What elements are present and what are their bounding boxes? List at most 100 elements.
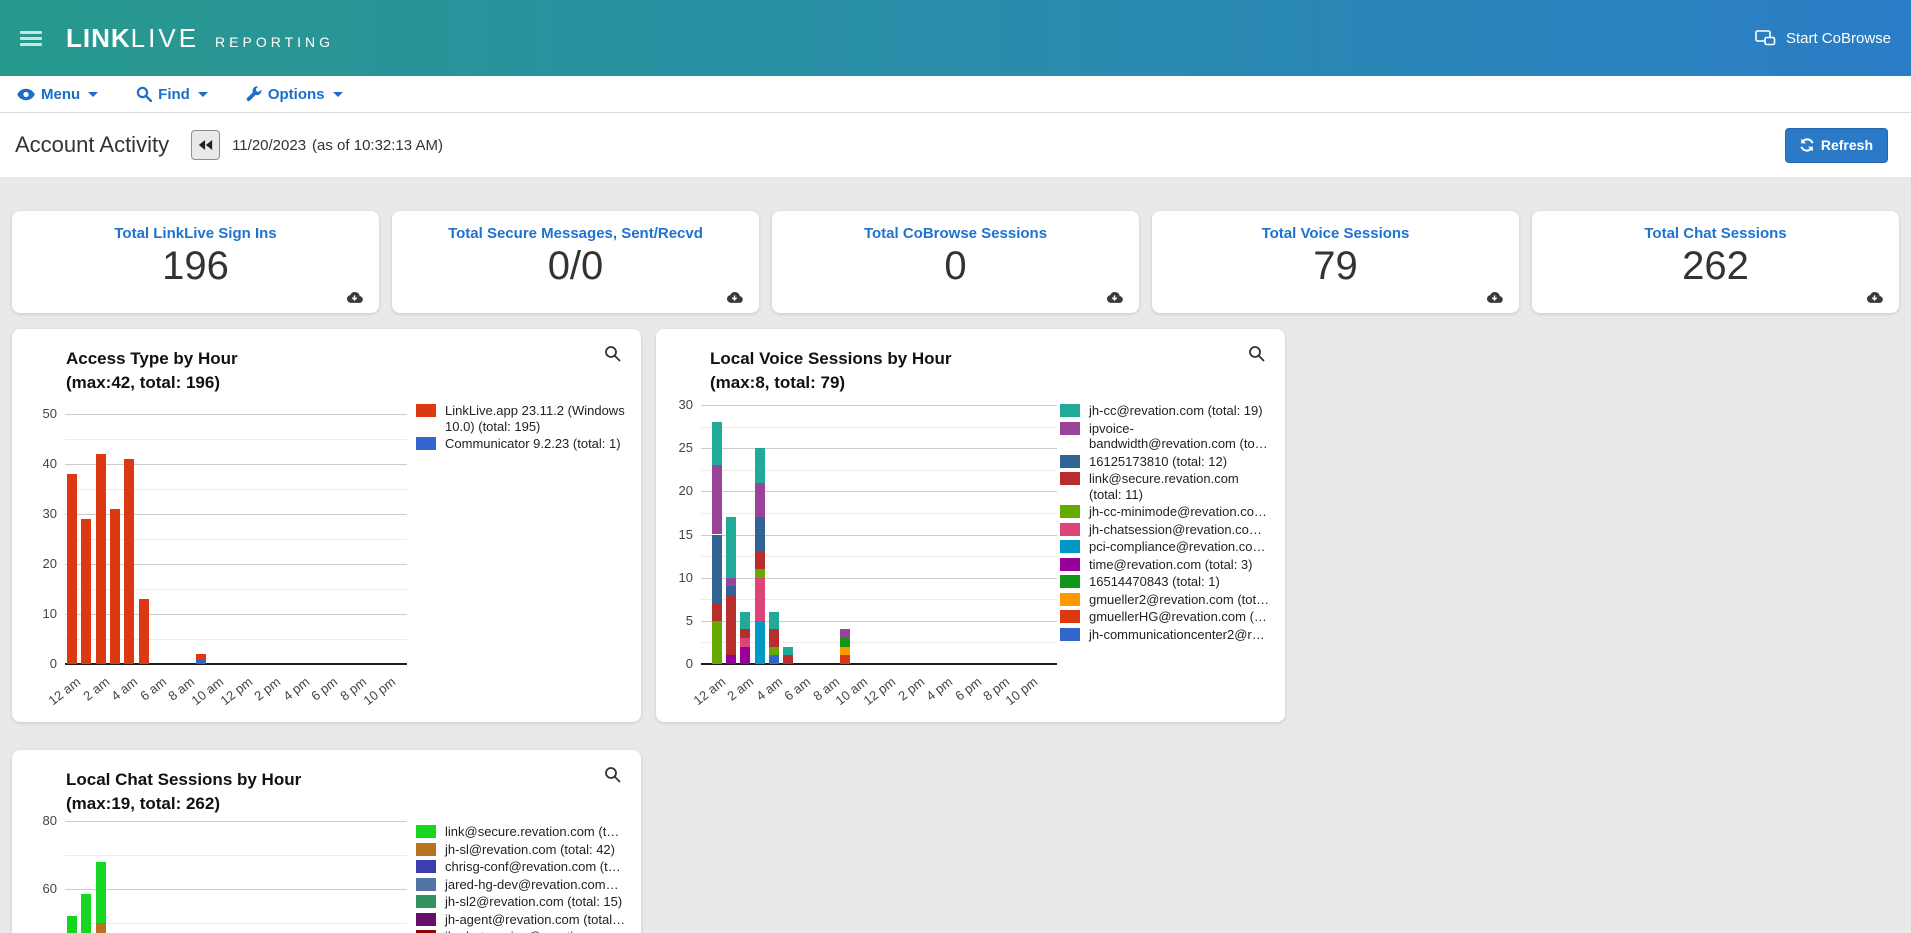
menu-dropdown[interactable]: Menu (17, 86, 98, 103)
bar-segment (712, 621, 722, 664)
bar-segment (81, 894, 91, 933)
legend-label: gmueller2@revation.com (tot… (1089, 592, 1269, 608)
legend-item: jh-chatsession@revation.co… (416, 929, 626, 933)
stat-cards-row: Total LinkLive Sign Ins 196 Total Secure… (12, 177, 1899, 313)
eye-icon (17, 88, 35, 101)
bar-segment (755, 621, 765, 664)
download-cloud-icon[interactable] (1106, 291, 1123, 304)
chart-legend: LinkLive.app 23.11.2 (Windows 10.0) (tot… (416, 403, 626, 452)
legend-item: jh-chatsession@revation.co… (1060, 522, 1270, 538)
legend-item: LinkLive.app 23.11.2 (Windows 10.0) (tot… (416, 403, 626, 434)
bar-segment (755, 517, 765, 552)
y-gridline (65, 889, 407, 890)
bar-segment (755, 483, 765, 518)
legend-item: jh-communicationcenter2@r… (1060, 627, 1270, 643)
bar-segment (196, 659, 206, 664)
bar-segment (783, 647, 793, 656)
legend-item: time@revation.com (total: 3) (1060, 557, 1270, 573)
refresh-label: Refresh (1821, 137, 1873, 153)
legend-label: jh-communicationcenter2@r… (1089, 627, 1265, 643)
legend-item: gmuellerHG@revation.com (… (1060, 609, 1270, 625)
options-dropdown[interactable]: Options (246, 86, 343, 103)
legend-color-swatch (416, 843, 436, 856)
legend-color-swatch (1060, 593, 1080, 606)
caret-down-icon (88, 92, 98, 97)
bar-segment (726, 595, 736, 655)
bar-segment (712, 422, 722, 465)
options-label: Options (268, 86, 325, 103)
bar-segment (755, 448, 765, 483)
as-of-time: (as of 10:32:13 AM) (312, 137, 443, 154)
bar-segment (740, 647, 750, 664)
chart-card-voice-sessions: Local Voice Sessions by Hour (max:8, tot… (656, 329, 1285, 722)
bar-segment (755, 569, 765, 578)
y-gridline (65, 489, 407, 490)
start-cobrowse-button[interactable]: Start CoBrowse (1755, 30, 1891, 47)
bar-segment (840, 647, 850, 656)
legend-color-swatch (416, 895, 436, 908)
hamburger-menu-icon[interactable] (20, 28, 44, 49)
legend-label: gmuellerHG@revation.com (… (1089, 609, 1267, 625)
y-tick-label: 40 (25, 456, 57, 471)
legend-label: jh-cc-minimode@revation.co… (1089, 504, 1267, 520)
legend-label: 16125173810 (total: 12) (1089, 454, 1227, 470)
legend-item: jh-cc@revation.com (total: 19) (1060, 403, 1270, 419)
legend-item: link@secure.revation.com (total: 11) (1060, 471, 1270, 502)
legend-item: jh-agent@revation.com (total… (416, 912, 626, 928)
legend-item: jh-cc-minimode@revation.co… (1060, 504, 1270, 520)
download-cloud-icon[interactable] (346, 291, 363, 304)
stat-card: Total LinkLive Sign Ins 196 (12, 211, 379, 313)
stat-card-value: 0/0 (392, 244, 759, 289)
legend-item: jh-sl2@revation.com (total: 15) (416, 894, 626, 910)
legend-label: jh-chatsession@revation.co… (445, 929, 618, 933)
stat-card-title: Total Chat Sessions (1532, 225, 1899, 242)
bar-segment (840, 655, 850, 664)
legend-item: link@secure.revation.com (t… (416, 824, 626, 840)
legend-color-swatch (1060, 472, 1080, 485)
find-dropdown[interactable]: Find (136, 86, 208, 103)
y-tick-label: 30 (661, 397, 693, 412)
download-cloud-icon[interactable] (1866, 291, 1883, 304)
bar-segment (740, 638, 750, 647)
download-cloud-icon[interactable] (1486, 291, 1503, 304)
stat-card-title: Total Voice Sessions (1152, 225, 1519, 242)
refresh-button[interactable]: Refresh (1785, 128, 1888, 163)
y-gridline (65, 464, 407, 465)
y-tick-label: 10 (25, 606, 57, 621)
bar-segment (712, 604, 722, 621)
stat-card: Total CoBrowse Sessions 0 (772, 211, 1139, 313)
legend-color-swatch (416, 878, 436, 891)
legend-color-swatch (1060, 610, 1080, 623)
app-logo: LINK LIVE REPORTING (66, 23, 334, 54)
y-gridline (65, 855, 407, 856)
y-gridline (701, 427, 1057, 428)
rewind-date-button[interactable] (191, 130, 220, 160)
bar-segment (712, 535, 722, 604)
y-tick-label: 15 (661, 527, 693, 542)
download-cloud-icon[interactable] (726, 291, 743, 304)
legend-item: 16514470843 (total: 1) (1060, 574, 1270, 590)
legend-item: gmueller2@revation.com (tot… (1060, 592, 1270, 608)
y-tick-label: 50 (25, 406, 57, 421)
bar-segment (726, 655, 736, 664)
bar-segment (124, 459, 134, 664)
app-header: LINK LIVE REPORTING Start CoBrowse (0, 0, 1911, 76)
search-icon (136, 86, 152, 102)
legend-item: 16125173810 (total: 12) (1060, 454, 1270, 470)
legend-label: link@secure.revation.com (t… (445, 824, 619, 840)
legend-color-swatch (416, 404, 436, 417)
y-gridline (65, 414, 407, 415)
y-gridline (65, 923, 407, 924)
bar-segment (840, 629, 850, 638)
legend-color-swatch (416, 825, 436, 838)
bar-segment (712, 465, 722, 534)
bar-segment (81, 519, 91, 664)
chart-card-chat-sessions: Local Chat Sessions by Hour (max:19, tot… (12, 750, 641, 933)
legend-label: ipvoice- bandwidth@revation.com (to… (1089, 421, 1268, 452)
legend-label: jh-chatsession@revation.co… (1089, 522, 1262, 538)
y-tick-label: 20 (25, 556, 57, 571)
charts-row-1: Access Type by Hour (max:42, total: 196)… (12, 329, 1899, 722)
refresh-icon (1800, 138, 1814, 152)
legend-label: pci-compliance@revation.co… (1089, 539, 1266, 555)
legend-color-swatch (1060, 558, 1080, 571)
